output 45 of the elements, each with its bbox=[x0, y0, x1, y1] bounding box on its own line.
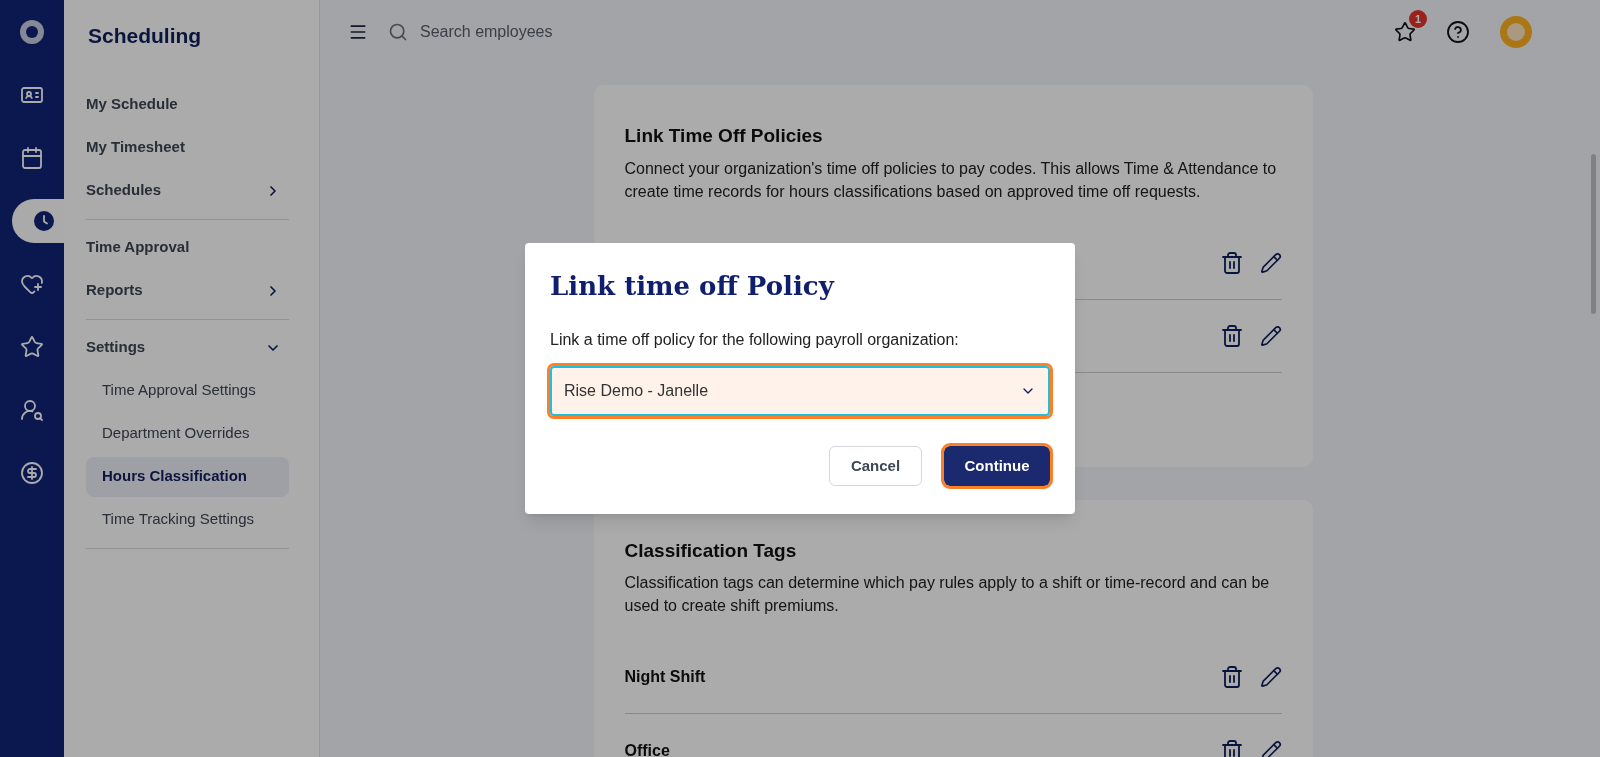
card-title: Link Time Off Policies bbox=[624, 124, 824, 148]
tag-name: Night Shift bbox=[624, 667, 706, 687]
search-icon bbox=[388, 22, 408, 42]
star-icon bbox=[20, 335, 44, 359]
delete-button[interactable] bbox=[1219, 738, 1244, 757]
nav-item[interactable]: Reports bbox=[86, 270, 289, 311]
nav-item[interactable]: Department Overrides bbox=[86, 413, 289, 454]
delete-button[interactable] bbox=[1219, 665, 1244, 689]
nav-item[interactable]: My Schedule bbox=[86, 84, 289, 125]
edit-button[interactable] bbox=[1259, 251, 1282, 274]
help-button[interactable] bbox=[1446, 20, 1470, 44]
sidebar-title: Scheduling bbox=[87, 23, 203, 49]
nav-item[interactable]: Hours Classification bbox=[86, 456, 289, 497]
dialog-message: Link a time off policy for the following payroll organization: bbox=[550, 330, 960, 350]
delete-button[interactable] bbox=[1219, 250, 1244, 275]
nav-item[interactable]: Time Approval Settings bbox=[86, 370, 289, 411]
nav-item[interactable]: My Timesheet bbox=[86, 127, 289, 168]
calendar-icon bbox=[20, 146, 44, 170]
nav-item[interactable]: Time Approval bbox=[86, 227, 289, 268]
scrollbar-thumb[interactable] bbox=[1590, 154, 1596, 314]
notification-badge: 1 bbox=[1409, 10, 1427, 28]
edit-button[interactable] bbox=[1259, 739, 1282, 757]
organization-select[interactable]: Rise Demo - Janelle bbox=[550, 366, 1050, 416]
favorites-button[interactable] bbox=[1394, 21, 1416, 43]
card-title: Classification Tags bbox=[624, 538, 798, 563]
heart-plus-icon bbox=[20, 272, 44, 296]
dollar-icon bbox=[20, 461, 44, 485]
dialog-title: Link time off Policy bbox=[550, 270, 836, 303]
logo-icon bbox=[20, 20, 44, 44]
cancel-button[interactable]: Cancel bbox=[829, 446, 922, 486]
menu-button[interactable] bbox=[348, 22, 368, 42]
card-description: Connect your organization's time off policies to pay codes. This allows Time & Attendance to create time records for hours classifications based on approved time off requests. bbox=[624, 158, 1278, 202]
rail-item[interactable] bbox=[12, 199, 64, 243]
tag-name: Office bbox=[624, 740, 670, 757]
nav-item[interactable]: Time Tracking Settings bbox=[86, 499, 289, 540]
user-search-icon bbox=[20, 398, 44, 422]
card-description: Classification tags can determine which pay rules apply to a shift or time-record and can be used to create shift premiums. bbox=[624, 573, 1271, 616]
edit-button[interactable] bbox=[1259, 324, 1282, 347]
nav-item[interactable]: Schedules bbox=[86, 170, 289, 211]
continue-button[interactable]: Continue bbox=[944, 446, 1050, 486]
delete-button[interactable] bbox=[1219, 323, 1244, 348]
search-field[interactable]: Search employees bbox=[420, 20, 788, 44]
edit-button[interactable] bbox=[1259, 666, 1282, 688]
nav-item[interactable]: Settings bbox=[86, 327, 289, 368]
clock-icon bbox=[33, 210, 55, 232]
